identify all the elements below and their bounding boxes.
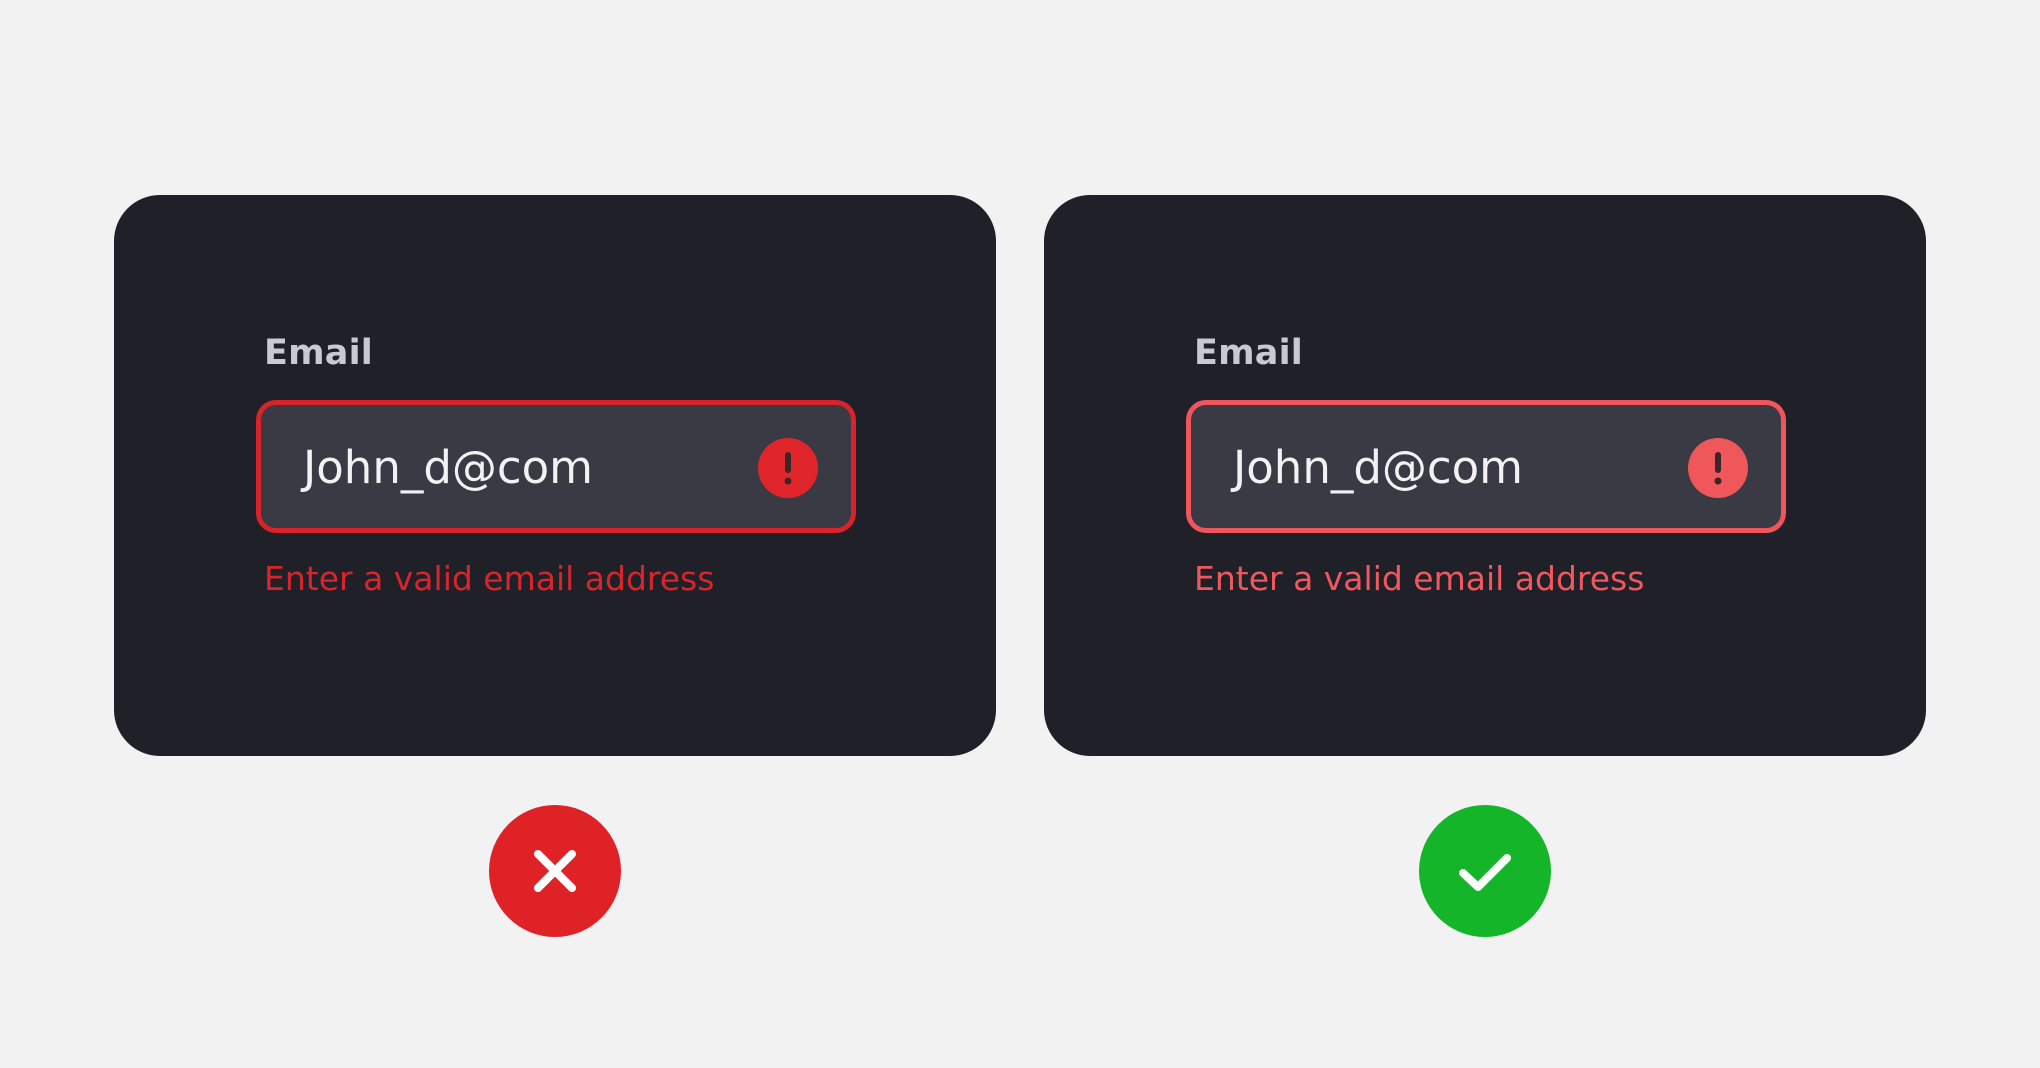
email-value[interactable]: John_d@com — [303, 440, 593, 496]
checkmark-icon — [1419, 805, 1551, 937]
exclamation-icon — [1688, 438, 1748, 498]
error-message: Enter a valid email address — [264, 559, 715, 598]
email-field[interactable]: John_d@com — [256, 400, 856, 533]
email-field[interactable]: John_d@com — [1186, 400, 1786, 533]
email-value[interactable]: John_d@com — [1233, 440, 1523, 496]
exclamation-icon — [758, 438, 818, 498]
incorrect-example-card: Email John_d@com Enter a valid email add… — [114, 195, 996, 756]
email-label: Email — [1194, 333, 1303, 373]
email-label: Email — [264, 333, 373, 373]
error-message: Enter a valid email address — [1194, 559, 1645, 598]
correct-example-card: Email John_d@com Enter a valid email add… — [1044, 195, 1926, 756]
cross-icon — [489, 805, 621, 937]
